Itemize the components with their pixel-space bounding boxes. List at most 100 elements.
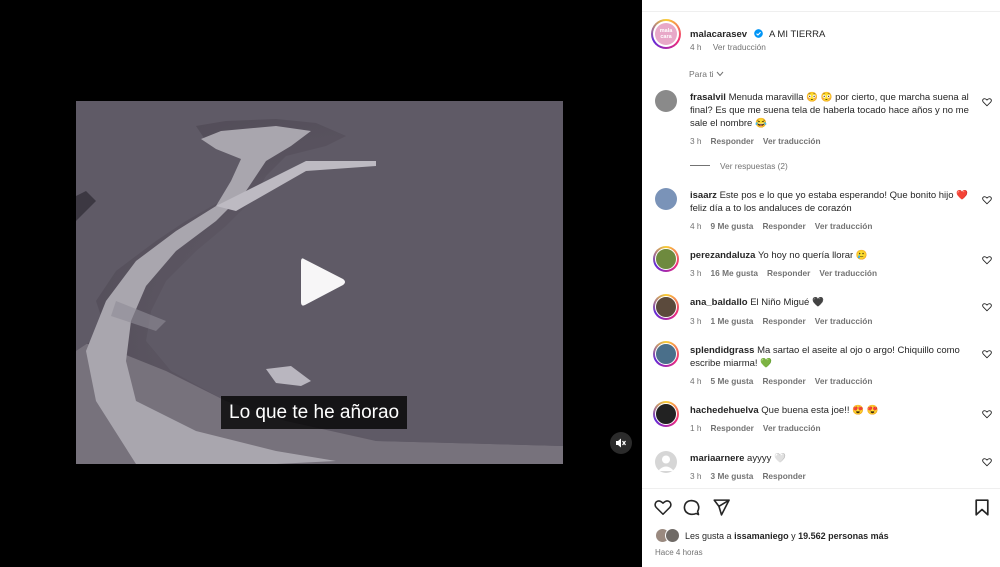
comment-time: 4 h: [690, 221, 702, 231]
author-avatar[interactable]: mala cara: [651, 19, 681, 49]
comments-panel: mala cara malacarasev A MI TIERRA 4 h Ve…: [642, 0, 1000, 567]
comment-username[interactable]: perezandaluza: [690, 250, 755, 261]
comment-text: El Niño Migué 🖤: [750, 297, 824, 308]
heart-icon[interactable]: [982, 457, 992, 467]
likes-count-link[interactable]: 19.562 personas más: [798, 531, 889, 541]
translate-link[interactable]: Ver traducción: [815, 316, 873, 326]
comment-filter[interactable]: Para ti: [689, 69, 724, 79]
comment-meta: 3 h 16 Me gusta Responder Ver traducción: [690, 268, 886, 278]
bookmark-icon[interactable]: [975, 499, 989, 516]
comment-text: ayyyy 🤍: [747, 453, 786, 464]
comment-likes[interactable]: 9 Me gusta: [711, 221, 754, 231]
reply-button[interactable]: Responder: [711, 423, 754, 433]
translate-link[interactable]: Ver traducción: [819, 268, 877, 278]
comment-username[interactable]: mariaarnere: [690, 453, 744, 464]
comment-username[interactable]: splendidgrass: [690, 345, 754, 356]
view-replies-label: Ver respuestas (2): [720, 161, 788, 171]
comment-likes[interactable]: 1 Me gusta: [711, 316, 754, 326]
translate-link[interactable]: Ver traducción: [815, 376, 873, 386]
commenter-avatar[interactable]: [653, 401, 679, 427]
comment: ana_baldallo El Niño Migué 🖤: [690, 296, 974, 309]
panel-top-border: [642, 0, 1000, 12]
media-area: Lo que te he añorao: [0, 0, 642, 567]
translate-link[interactable]: Ver traducción: [763, 423, 821, 433]
heart-icon[interactable]: [982, 409, 992, 419]
heart-icon[interactable]: [982, 349, 992, 359]
post-timestamp[interactable]: Hace 4 horas: [655, 548, 703, 557]
comment-time: 4 h: [690, 376, 702, 386]
comment-meta: 3 h Responder Ver traducción: [690, 136, 830, 146]
video-subtitle: Lo que te he añorao: [221, 396, 408, 429]
comment-bubble-icon[interactable]: [683, 499, 700, 516]
reply-button[interactable]: Responder: [767, 268, 810, 278]
author-avatar-text: mala cara: [659, 28, 673, 40]
like-heart-icon[interactable]: [654, 499, 672, 516]
likes-connector: y: [791, 531, 796, 541]
default-avatar-icon: [658, 455, 674, 471]
comment-meta: 4 h 9 Me gusta Responder Ver traducción: [690, 221, 881, 231]
reply-button[interactable]: Responder: [711, 136, 754, 146]
chevron-down-icon: [716, 71, 724, 77]
commenter-avatar[interactable]: [653, 294, 679, 320]
comment-time: 3 h: [690, 316, 702, 326]
translate-link[interactable]: Ver traducción: [763, 136, 821, 146]
comment-meta: 3 h 3 Me gusta Responder: [690, 471, 815, 481]
reply-button[interactable]: Responder: [762, 316, 805, 326]
post-translate-link[interactable]: Ver traducción: [713, 42, 766, 52]
comment-filter-label: Para ti: [689, 69, 714, 79]
comment-text: Que buena esta joe!! 😍 😍: [761, 405, 879, 416]
comment-text: Este pos e lo que yo estaba esperando! Q…: [690, 190, 969, 214]
verified-icon: [753, 29, 763, 38]
commenter-avatar[interactable]: [655, 188, 677, 210]
post-author-name[interactable]: malacarasev: [690, 29, 747, 40]
comment-username[interactable]: frasalvil: [690, 92, 726, 103]
comment-meta: 1 h Responder Ver traducción: [690, 423, 830, 433]
likes-summary: Les gusta a issamaniego y 19.562 persona…: [685, 531, 889, 541]
comment-meta: 3 h 1 Me gusta Responder Ver traducción: [690, 316, 881, 326]
reply-button[interactable]: Responder: [762, 376, 805, 386]
liker-avatar: [665, 528, 680, 543]
comment: isaarz Este pos e lo que yo estaba esper…: [690, 189, 974, 215]
comment-likes[interactable]: 16 Me gusta: [711, 268, 759, 278]
share-icon[interactable]: [713, 499, 730, 516]
post-caption-line: malacarasev A MI TIERRA: [690, 24, 825, 42]
reply-button[interactable]: Responder: [762, 471, 805, 481]
comment-time: 3 h: [690, 268, 702, 278]
comment-meta: 4 h 5 Me gusta Responder Ver traducción: [690, 376, 881, 386]
post-time: 4 h: [690, 42, 702, 52]
likes-user-link[interactable]: issamaniego: [734, 531, 789, 541]
heart-icon[interactable]: [982, 255, 992, 265]
comment-username[interactable]: hachedehuelva: [690, 405, 759, 416]
mute-button[interactable]: [610, 432, 632, 454]
comment: hachedehuelva Que buena esta joe!! 😍 😍: [690, 404, 974, 417]
comment-likes[interactable]: 5 Me gusta: [711, 376, 754, 386]
post-caption: A MI TIERRA: [768, 29, 826, 40]
comment: splendidgrass Ma sartao el aseite al ojo…: [690, 344, 974, 370]
commenter-avatar[interactable]: [653, 341, 679, 367]
liker-avatars[interactable]: [655, 528, 682, 544]
reply-button[interactable]: Responder: [762, 221, 805, 231]
translate-link[interactable]: Ver traducción: [815, 221, 873, 231]
comment-username[interactable]: ana_baldallo: [690, 297, 748, 308]
comment-username[interactable]: isaarz: [690, 190, 717, 201]
comment-text: Menuda maravilla 😳 😳 por cierto, que mar…: [690, 92, 969, 129]
heart-icon[interactable]: [982, 302, 992, 312]
comment: frasalvil Menuda maravilla 😳 😳 por ciert…: [690, 91, 974, 130]
comment-likes[interactable]: 3 Me gusta: [711, 471, 754, 481]
play-icon[interactable]: [298, 255, 348, 309]
comment-text: Yo hoy no quería llorar 🥲: [757, 250, 868, 261]
likes-prefix: Les gusta a: [685, 531, 732, 541]
commenter-avatar[interactable]: [655, 90, 677, 112]
post-meta: 4 h Ver traducción: [690, 42, 775, 52]
heart-icon[interactable]: [982, 97, 992, 107]
commenter-avatar[interactable]: [655, 451, 677, 473]
comment-time: 3 h: [690, 136, 702, 146]
speaker-muted-icon: [616, 438, 626, 448]
commenter-avatar[interactable]: [653, 246, 679, 272]
heart-icon[interactable]: [982, 195, 992, 205]
view-replies-button[interactable]: Ver respuestas (2): [690, 161, 788, 171]
comment: mariaarnere ayyyy 🤍: [690, 452, 974, 465]
comment-time: 3 h: [690, 471, 702, 481]
comment: perezandaluza Yo hoy no quería llorar 🥲: [690, 249, 974, 262]
replies-divider: [690, 165, 710, 166]
